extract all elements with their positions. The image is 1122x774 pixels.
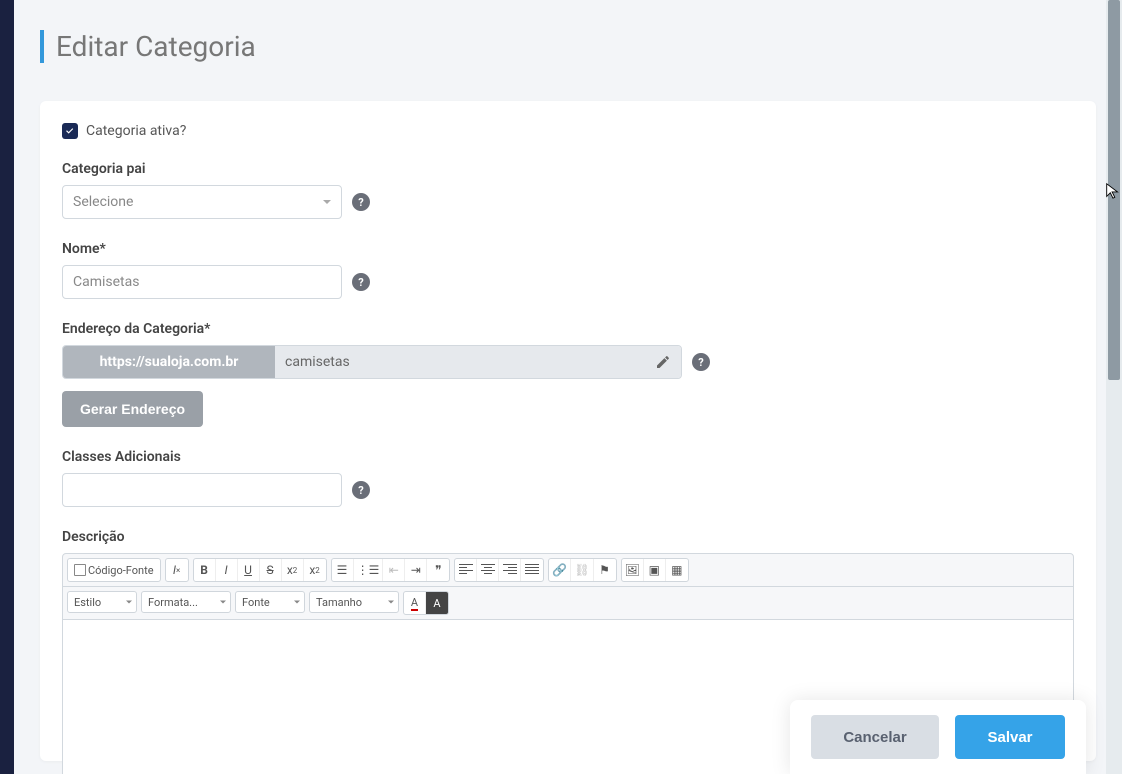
source-button-label: Código-Fonte: [88, 564, 154, 577]
ordered-list-button[interactable]: ☰: [332, 559, 354, 581]
chevron-down-icon: [388, 601, 394, 604]
embed-button[interactable]: ▣: [644, 559, 666, 581]
text-color-button[interactable]: A: [404, 592, 426, 614]
url-value-field[interactable]: camisetas: [275, 346, 681, 378]
align-left-button[interactable]: [455, 559, 477, 581]
description-label: Descrição: [62, 529, 1074, 545]
save-button[interactable]: Salvar: [955, 715, 1065, 759]
table-button[interactable]: ▦: [666, 559, 688, 581]
chevron-down-icon: [323, 200, 331, 204]
url-value-text: camisetas: [285, 354, 350, 370]
italic-button[interactable]: I: [216, 559, 238, 581]
extra-classes-input[interactable]: [62, 473, 342, 507]
font-select-label: Fonte: [242, 596, 270, 609]
indent-button[interactable]: ⇥: [405, 559, 427, 581]
url-prefix: https://sualoja.com.br: [63, 346, 275, 378]
font-select[interactable]: Fonte: [235, 591, 305, 613]
outdent-button[interactable]: ⇤: [383, 559, 405, 581]
remove-format-button[interactable]: I×: [166, 559, 188, 581]
link-button[interactable]: 🔗: [549, 559, 571, 581]
format-select-label: Formata...: [148, 596, 198, 609]
editor-toolbar-row1: Código-Fonte I× B I U S x2 x2: [62, 553, 1074, 587]
url-input-group: https://sualoja.com.br camisetas: [62, 345, 682, 379]
page-title: Editar Categoria: [40, 30, 1096, 63]
extra-classes-label: Classes Adicionais: [62, 449, 1074, 465]
source-button[interactable]: Código-Fonte: [68, 559, 160, 581]
chevron-down-icon: [294, 601, 300, 604]
align-center-button[interactable]: [477, 559, 499, 581]
anchor-button[interactable]: ⚑: [594, 559, 616, 581]
format-select[interactable]: Formata...: [141, 591, 231, 613]
size-select-label: Tamanho: [316, 596, 362, 609]
parent-category-placeholder: Selecione: [73, 194, 133, 210]
underline-button[interactable]: U: [238, 559, 260, 581]
left-nav-rail: [0, 0, 14, 774]
editor-toolbar-row2: Estilo Formata... Fonte Tamanho A A: [62, 587, 1074, 620]
chevron-down-icon: [126, 601, 132, 604]
image-button[interactable]: 🖼: [622, 559, 644, 581]
name-input-value: Camisetas: [73, 274, 139, 290]
superscript-button[interactable]: x2: [304, 559, 326, 581]
bg-color-button[interactable]: A: [426, 592, 448, 614]
active-checkbox-label: Categoria ativa?: [86, 123, 186, 139]
name-label: Nome*: [62, 241, 1074, 257]
blockquote-button[interactable]: ❞: [427, 559, 449, 581]
pencil-icon[interactable]: [655, 354, 671, 370]
generate-url-button[interactable]: Gerar Endereço: [62, 391, 203, 427]
cancel-button[interactable]: Cancelar: [811, 715, 939, 759]
style-select[interactable]: Estilo: [67, 591, 137, 613]
strike-button[interactable]: S: [260, 559, 282, 581]
subscript-button[interactable]: x2: [282, 559, 304, 581]
vertical-scrollbar[interactable]: [1106, 0, 1122, 774]
url-label: Endereço da Categoria*: [62, 321, 1074, 337]
edit-category-card: Categoria ativa? Categoria pai Selecione…: [40, 101, 1096, 761]
style-select-label: Estilo: [74, 596, 101, 609]
chevron-down-icon: [220, 601, 226, 604]
size-select[interactable]: Tamanho: [309, 591, 399, 613]
active-checkbox[interactable]: [62, 123, 78, 139]
name-input[interactable]: Camisetas: [62, 265, 342, 299]
parent-category-help-icon[interactable]: ?: [352, 193, 370, 211]
parent-category-label: Categoria pai: [62, 161, 1074, 177]
bold-button[interactable]: B: [194, 559, 216, 581]
extra-classes-help-icon[interactable]: ?: [352, 481, 370, 499]
document-icon: [74, 564, 86, 576]
unordered-list-button[interactable]: ⋮☰: [354, 559, 384, 581]
align-right-button[interactable]: [499, 559, 521, 581]
align-justify-button[interactable]: [521, 559, 543, 581]
url-help-icon[interactable]: ?: [692, 353, 710, 371]
name-help-icon[interactable]: ?: [352, 273, 370, 291]
footer-actions: Cancelar Salvar: [790, 700, 1086, 774]
unlink-button[interactable]: ⛓: [571, 559, 593, 581]
parent-category-select[interactable]: Selecione: [62, 185, 342, 219]
scrollbar-thumb[interactable]: [1108, 0, 1120, 380]
